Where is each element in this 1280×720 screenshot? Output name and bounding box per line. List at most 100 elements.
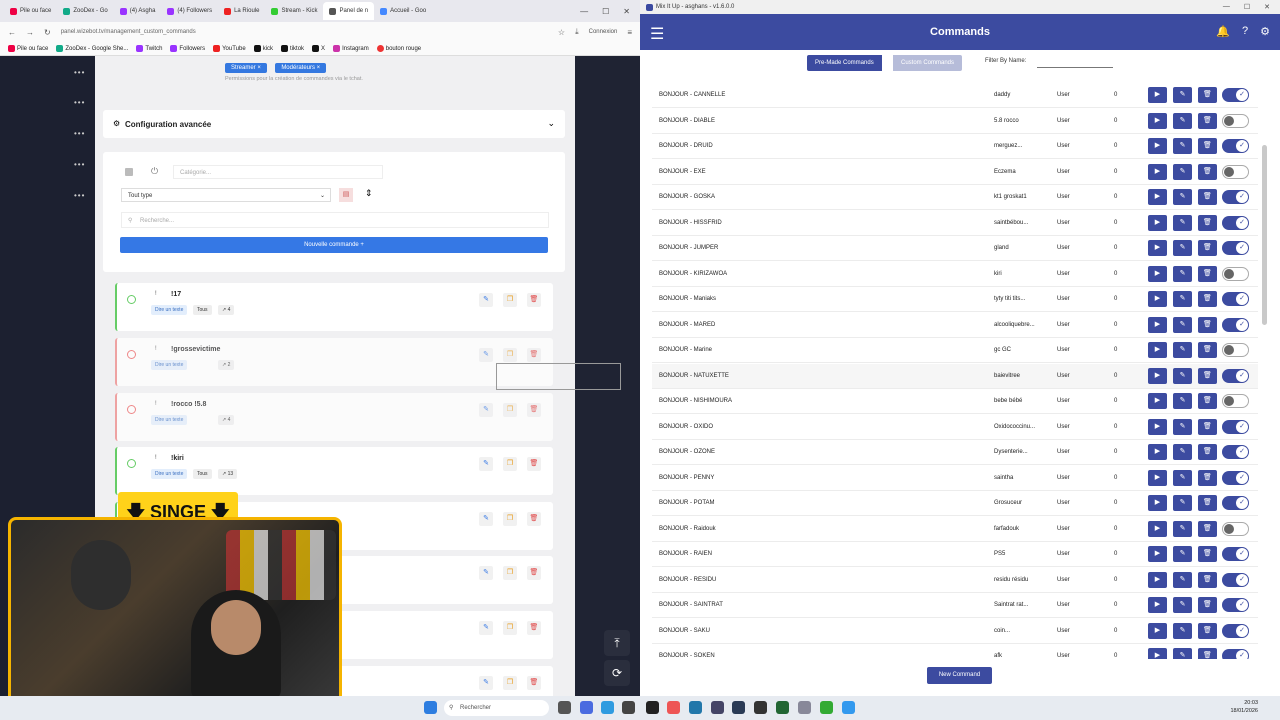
more-icon[interactable]: •••	[74, 160, 85, 169]
play-icon[interactable]: ▶	[1148, 367, 1167, 384]
enable-toggle[interactable]	[1222, 521, 1249, 536]
bookmark-item[interactable]: ZooDex - Google She...	[56, 45, 128, 52]
play-icon[interactable]: ▶	[1148, 163, 1167, 180]
enable-toggle[interactable]: ✓	[1222, 419, 1249, 434]
close-icon[interactable]: ✕	[1264, 3, 1270, 11]
taskbar-search[interactable]: ⚲ Rechercher	[444, 700, 549, 716]
command-card[interactable]: ! !kiri Dire un texte Tous ↗ 13 ✎ ❐ 🗑	[115, 447, 553, 495]
refresh-button[interactable]: ⟳	[604, 660, 630, 686]
app-icon[interactable]	[601, 701, 614, 714]
power-toggle-icon[interactable]	[127, 459, 136, 468]
edit-icon[interactable]: ✎	[1173, 189, 1192, 205]
scrollbar-thumb[interactable]	[1262, 145, 1267, 325]
command-row[interactable]: BONJOUR - Raidouk farfadouk User 0 ▶ ✎ 🗑	[652, 517, 1258, 542]
command-row[interactable]: BONJOUR - Marine gc GC User 0 ▶ ✎ 🗑	[652, 338, 1258, 363]
command-row[interactable]: BONJOUR - CANNELLE daddy User 0 ▶ ✎ 🗑 ✓	[652, 83, 1258, 108]
command-row[interactable]: BONJOUR - OZONE Dysenterie... User 0 ▶ ✎ 🗑 ✓	[652, 440, 1258, 465]
edit-icon[interactable]: ✎	[1173, 240, 1192, 256]
command-row[interactable]: BONJOUR - POTAM Grosuceur User 0 ▶ ✎ 🗑 ✓	[652, 491, 1258, 516]
enable-toggle[interactable]: ✓	[1222, 496, 1249, 510]
power-toggle-icon[interactable]	[127, 405, 136, 414]
browser-tab-active[interactable]: Panel de n	[323, 2, 375, 20]
command-row[interactable]: BONJOUR - MARED alcooliquebre... User 0 ▶ ✎ 🗑 ✓	[652, 313, 1258, 338]
type-select[interactable]: Tout type ⌄	[121, 188, 331, 202]
enable-toggle[interactable]	[1222, 113, 1249, 128]
reload-icon[interactable]: ↻	[44, 28, 51, 37]
url-input[interactable]: panel.wizebot.tv/management_custom_comma…	[61, 29, 548, 35]
browser-tab[interactable]: Pile ou face	[4, 2, 57, 20]
command-row[interactable]: BONJOUR - SOKEN afk User 0 ▶ ✎ 🗑 ✓	[652, 644, 1258, 659]
category-select[interactable]: Catégorie...	[173, 165, 383, 179]
enable-toggle[interactable]: ✓	[1222, 215, 1249, 230]
edit-icon[interactable]: ✎	[1173, 138, 1192, 154]
minimize-icon[interactable]: —	[1223, 3, 1230, 11]
edit-icon[interactable]: ✎	[1173, 418, 1192, 435]
copy-icon[interactable]: ❐	[503, 293, 517, 307]
delete-icon[interactable]: 🗑	[527, 676, 541, 690]
edit-icon[interactable]: ✎	[1173, 444, 1192, 460]
delete-icon[interactable]: 🗑	[1198, 648, 1217, 659]
browser-tab[interactable]: Accueil - Goo	[374, 2, 432, 20]
browser-tab[interactable]: ZooDex - Go	[57, 2, 113, 20]
command-row[interactable]: BONJOUR - PENNY saintha User 0 ▶ ✎ 🗑 ✓	[652, 466, 1258, 491]
power-icon[interactable]: ⏻	[151, 166, 158, 177]
browser-tab[interactable]: La Rioule	[218, 2, 265, 20]
command-row[interactable]: BONJOUR - KIRIZAWOA kiri User 0 ▶ ✎ 🗑	[652, 262, 1258, 287]
delete-icon[interactable]: 🗑	[527, 457, 541, 471]
delete-icon[interactable]: 🗑	[1198, 163, 1217, 180]
delete-icon[interactable]: 🗑	[1198, 112, 1217, 129]
delete-icon[interactable]: 🗑	[1198, 342, 1217, 358]
steam-icon[interactable]	[732, 701, 745, 714]
copy-icon[interactable]: ❐	[503, 457, 517, 471]
delete-icon[interactable]: 🗑	[1198, 87, 1217, 103]
edit-icon[interactable]: ✎	[479, 676, 493, 690]
edit-icon[interactable]: ✎	[479, 566, 493, 580]
play-icon[interactable]: ▶	[1148, 265, 1167, 282]
play-icon[interactable]: ▶	[1148, 393, 1167, 409]
browser-tab[interactable]: (4) Asgha	[114, 2, 162, 20]
delete-icon[interactable]: 🗑	[1198, 367, 1217, 384]
app-icon[interactable]	[689, 701, 702, 714]
command-row[interactable]: BONJOUR - JUMPER gland User 0 ▶ ✎ 🗑 ✓	[652, 236, 1258, 261]
advanced-config-panel[interactable]: ⚙ Configuration avancée ⌄	[103, 110, 565, 138]
enable-toggle[interactable]: ✓	[1222, 623, 1249, 638]
chip-moderators[interactable]: Modérateurs ×	[275, 63, 327, 73]
edit-icon[interactable]: ✎	[1173, 622, 1192, 639]
command-row[interactable]: BONJOUR - SAKU coin... User 0 ▶ ✎ 🗑 ✓	[652, 619, 1258, 644]
enable-toggle[interactable]: ✓	[1222, 139, 1249, 153]
command-row[interactable]: BONJOUR - EXE Eczema User 0 ▶ ✎ 🗑	[652, 160, 1258, 185]
edit-icon[interactable]: ✎	[1173, 469, 1192, 486]
sort-icon[interactable]: ⇕	[365, 188, 373, 199]
edit-icon[interactable]: ✎	[479, 403, 493, 417]
bookmark-item[interactable]: kick	[253, 45, 273, 52]
enable-toggle[interactable]: ✓	[1222, 88, 1249, 102]
edit-icon[interactable]: ✎	[1173, 597, 1192, 613]
play-icon[interactable]: ▶	[1148, 495, 1167, 511]
play-icon[interactable]: ▶	[1148, 571, 1167, 588]
command-row[interactable]: BONJOUR - NATUXETTE baievitree User 0 ▶ ✎ 🗑 ✓	[652, 363, 1258, 389]
play-icon[interactable]: ▶	[1148, 214, 1167, 231]
browser-tab[interactable]: Stream - Kick	[265, 2, 323, 20]
delete-icon[interactable]: 🗑	[1198, 418, 1217, 435]
edit-icon[interactable]: ✎	[1173, 342, 1192, 358]
command-card[interactable]: ! !rocco !5.8 Dire un texte ↗ 4 ✎ ❐ 🗑	[115, 393, 553, 441]
edit-icon[interactable]: ✎	[1173, 112, 1192, 129]
delete-icon[interactable]: 🗑	[527, 566, 541, 580]
enable-toggle[interactable]: ✓	[1222, 649, 1249, 659]
delete-icon[interactable]: 🗑	[527, 403, 541, 417]
edit-icon[interactable]: ✎	[1173, 214, 1192, 231]
enable-toggle[interactable]	[1222, 164, 1249, 179]
copy-icon[interactable]: ❐	[503, 348, 517, 362]
delete-icon[interactable]: 🗑	[1198, 469, 1217, 486]
download-icon[interactable]: ⤓	[575, 27, 579, 37]
delete-icon[interactable]: 🗑	[1198, 189, 1217, 205]
enable-toggle[interactable]: ✓	[1222, 292, 1249, 306]
play-icon[interactable]: ▶	[1148, 622, 1167, 639]
enable-toggle[interactable]	[1222, 394, 1249, 408]
scroll-top-button[interactable]: ⤒	[604, 630, 630, 656]
delete-icon[interactable]: 🗑	[1198, 571, 1217, 588]
edit-icon[interactable]: ✎	[1173, 163, 1192, 180]
play-icon[interactable]: ▶	[1148, 444, 1167, 460]
edit-icon[interactable]: ✎	[1173, 87, 1192, 103]
minimize-icon[interactable]: —	[580, 7, 588, 16]
